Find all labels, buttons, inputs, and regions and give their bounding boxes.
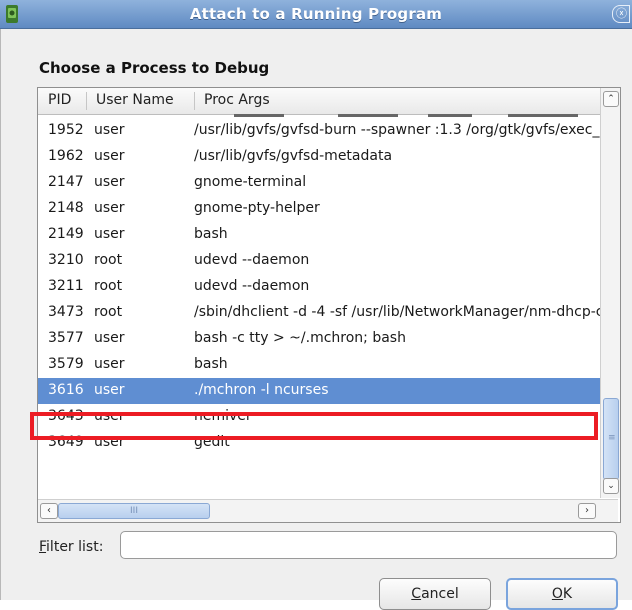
table-row[interactable]: 3211 root udevd --daemon — [38, 274, 600, 300]
list-header: PID User Name Proc Args — [38, 88, 600, 115]
cell-user: user — [94, 356, 125, 372]
cell-user: user — [94, 382, 125, 398]
scroll-left-icon[interactable]: ‹ — [40, 503, 58, 519]
cell-args: gnome-pty-helper — [194, 200, 320, 216]
table-row[interactable]: 3616 user ./mchron -l ncurses — [38, 378, 600, 404]
cell-args: /usr/lib/gvfs/gvfsd-metadata — [194, 148, 393, 164]
cell-user: user — [94, 148, 125, 164]
column-pid[interactable]: PID — [48, 92, 71, 108]
scroll-up-icon[interactable]: ⌃ — [603, 91, 619, 107]
table-row[interactable]: 3210 root udevd --daemon — [38, 248, 600, 274]
grip-icon: ≡ — [608, 433, 616, 443]
cell-user: user — [94, 122, 125, 138]
cell-pid: 3211 — [48, 278, 84, 294]
filter-input[interactable] — [120, 531, 617, 559]
table-row[interactable]: 3473 root/sbin/dhclient -d -4 -sf /usr/li… — [38, 300, 600, 326]
cell-pid: 3210 — [48, 252, 84, 268]
filter-label: Filter list: — [39, 539, 104, 555]
cell-pid: 2147 — [48, 174, 84, 190]
cell-pid: 3616 — [48, 382, 84, 398]
process-rows: 1952 user/usr/lib/gvfs/gvfsd-burn --spawn… — [38, 114, 600, 466]
section-title: Choose a Process to Debug — [39, 59, 270, 77]
ok-button[interactable]: OK — [506, 578, 618, 610]
cell-pid: 2149 — [48, 226, 84, 242]
column-separator — [194, 92, 195, 110]
table-row[interactable]: 3577 user bash -c tty > ~/.mchron; bash — [38, 326, 600, 352]
cell-user: user — [94, 200, 125, 216]
close-icon[interactable]: ⓧ — [612, 5, 630, 23]
scroll-right-icon[interactable]: › — [578, 503, 596, 519]
table-row[interactable]: 3643 user nemiver — [38, 404, 600, 430]
cell-args: udevd --daemon — [194, 252, 310, 268]
table-row[interactable]: 2148 user gnome-pty-helper — [38, 196, 600, 222]
cell-args: bash — [194, 226, 228, 242]
cell-user: root — [94, 252, 123, 268]
cell-pid: 3473 — [48, 304, 84, 320]
cell-pid: 3577 — [48, 330, 84, 346]
table-row[interactable]: 1952 user/usr/lib/gvfs/gvfsd-burn --spawn… — [38, 118, 600, 144]
cell-pid: 3649 — [48, 434, 84, 450]
cell-args: gedit — [194, 434, 230, 450]
cell-args: ./mchron -l ncurses — [194, 382, 329, 398]
vertical-scrollbar[interactable]: ⌃ ≡ ⌄ — [600, 88, 620, 498]
title-bar: Attach to a Running Program ⓧ — [0, 0, 632, 29]
cell-args: /usr/lib/gvfs/gvfsd-burn --spawner :1.3 … — [194, 122, 600, 138]
horizontal-scroll-thumb[interactable]: III — [58, 503, 210, 519]
cell-args: udevd --daemon — [194, 278, 310, 294]
cell-args: gnome-terminal — [194, 174, 307, 190]
vertical-scroll-thumb[interactable]: ≡ — [603, 398, 619, 480]
cell-args: bash -c tty > ~/.mchron; bash — [194, 330, 406, 346]
attach-dialog: Choose a Process to Debug PID User Name … — [0, 29, 632, 610]
horizontal-scrollbar[interactable]: ‹ III › — [38, 499, 618, 522]
cancel-button[interactable]: Cancel — [379, 578, 491, 610]
cell-pid: 2148 — [48, 200, 84, 216]
cell-user: root — [94, 278, 123, 294]
column-proc-args[interactable]: Proc Args — [204, 92, 270, 108]
cell-user: root — [94, 304, 123, 320]
process-list[interactable]: PID User Name Proc Args 1952 user/usr/lib… — [37, 87, 621, 523]
table-row[interactable]: 3649 user gedit — [38, 430, 600, 456]
cell-user: user — [94, 408, 125, 424]
table-row[interactable]: 2149 user bash — [38, 222, 600, 248]
cell-pid: 3579 — [48, 356, 84, 372]
cell-user: user — [94, 174, 125, 190]
cell-user: user — [94, 330, 125, 346]
cell-pid: 3643 — [48, 408, 84, 424]
scroll-down-icon[interactable]: ⌄ — [603, 478, 619, 494]
window-title: Attach to a Running Program — [189, 5, 443, 23]
cell-args: /sbin/dhclient -d -4 -sf /usr/lib/Networ… — [194, 304, 600, 320]
column-user-name[interactable]: User Name — [96, 92, 174, 108]
column-separator — [86, 92, 87, 110]
cell-user: user — [94, 226, 125, 242]
cell-args: nemiver — [194, 408, 252, 424]
cell-user: user — [94, 434, 125, 450]
cell-pid: 1962 — [48, 148, 84, 164]
cell-args: bash — [194, 356, 228, 372]
table-row[interactable]: 2147 user gnome-terminal — [38, 170, 600, 196]
table-row[interactable]: 1962 user/usr/lib/gvfs/gvfsd-metadata — [38, 144, 600, 170]
table-row[interactable]: 3579 user bash — [38, 352, 600, 378]
cell-pid: 1952 — [48, 122, 84, 138]
